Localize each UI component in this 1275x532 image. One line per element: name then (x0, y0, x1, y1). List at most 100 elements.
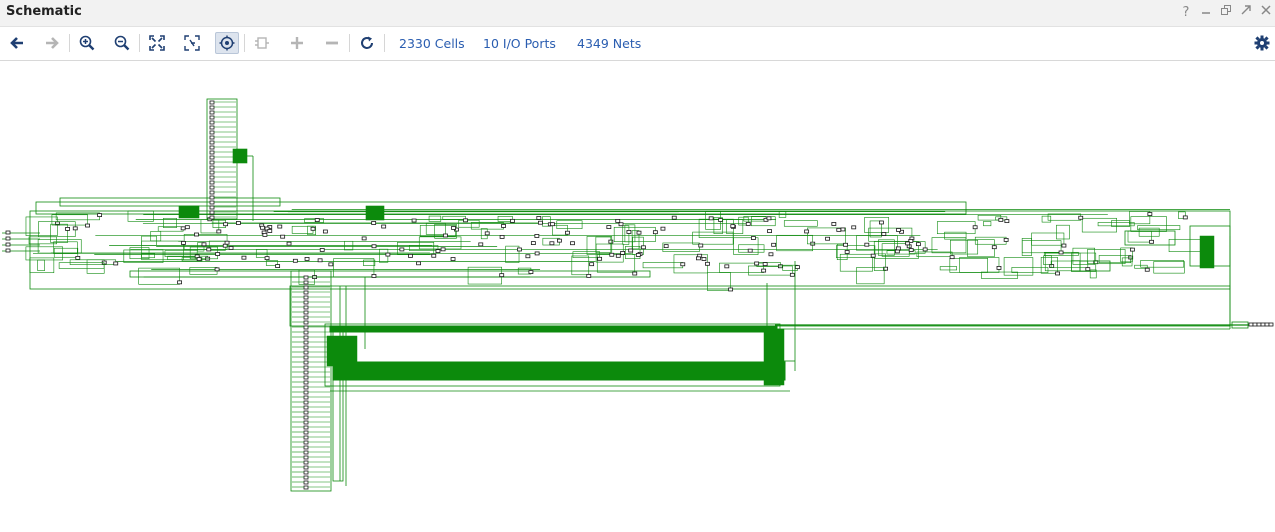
schematic-cell (385, 252, 391, 257)
help-icon[interactable]: ? (1176, 3, 1196, 23)
schematic-cell (1147, 212, 1153, 216)
regenerate-button[interactable] (355, 32, 379, 54)
schematic-cell (1058, 250, 1064, 255)
net-box (178, 205, 200, 219)
auto-fit-toggle[interactable] (215, 32, 239, 54)
schematic-cell (804, 229, 810, 234)
schematic-cell (194, 232, 199, 237)
net-box (1138, 227, 1160, 237)
schematic-cell (896, 228, 901, 232)
net-box (58, 262, 105, 269)
zoom-out-button[interactable] (110, 32, 134, 54)
separator (69, 34, 70, 52)
schematic-cell (303, 450, 309, 455)
bus-bundle (329, 325, 778, 333)
net-box (698, 218, 734, 238)
settings-button[interactable] (1250, 32, 1274, 54)
schematic-cell (416, 261, 421, 266)
cells-count-link[interactable]: 2330 Cells (399, 36, 465, 51)
separator (384, 34, 385, 52)
schematic-cell (615, 219, 621, 223)
schematic-cell (303, 305, 309, 310)
schematic-cell (761, 268, 767, 273)
schematic-cell (209, 210, 215, 215)
schematic-cell (528, 270, 534, 274)
schematic-diagram[interactable] (0, 61, 1275, 528)
schematic-cell (209, 105, 215, 110)
schematic-cell (718, 218, 724, 222)
schematic-cell (209, 175, 215, 180)
schematic-cell (762, 262, 768, 266)
schematic-cell (303, 415, 309, 420)
schematic-cell (525, 254, 531, 259)
net-box (138, 267, 180, 285)
arrow-right-icon (46, 37, 59, 49)
schematic-cell (303, 390, 309, 395)
collapse-button[interactable] (320, 32, 344, 54)
schematic-cell (209, 160, 215, 165)
schematic-cell (303, 350, 309, 355)
net-box (304, 218, 324, 223)
schematic-cell (177, 280, 182, 285)
schematic-cell (303, 335, 309, 340)
schematic-cell (303, 445, 309, 450)
schematic-cell (870, 253, 876, 258)
net-box (974, 236, 1007, 245)
separator (244, 34, 245, 52)
schematic-cell (303, 480, 309, 485)
restore-icon[interactable] (1216, 3, 1236, 23)
net-box (69, 259, 117, 265)
net-box (86, 259, 105, 274)
schematic-cell (381, 224, 387, 229)
schematic-canvas[interactable] (0, 61, 1275, 528)
minimize-icon[interactable] (1196, 3, 1216, 23)
schematic-cell (795, 265, 800, 270)
schematic-cell (371, 244, 377, 249)
schematic-cell (206, 247, 212, 252)
schematic-cell (768, 252, 774, 257)
fit-selection-icon (184, 35, 200, 51)
schematic-cell (303, 430, 309, 435)
schematic-cell (660, 226, 666, 231)
schematic-cell (215, 252, 221, 256)
schematic-cell (698, 243, 704, 248)
ports-count-link[interactable]: 10 I/O Ports (483, 36, 556, 51)
net-box (1137, 225, 1181, 231)
net-box (878, 239, 895, 256)
schematic-cell (1149, 239, 1154, 244)
schematic-cell (1085, 267, 1091, 272)
schematic-cell (209, 135, 215, 140)
schematic-toolbar: 2330 Cells 10 I/O Ports 4349 Nets (0, 27, 1275, 61)
net-box (1072, 247, 1096, 265)
cell-button[interactable] (250, 32, 274, 54)
back-button[interactable] (5, 32, 29, 54)
net-box (856, 267, 885, 285)
zoom-selection-button[interactable] (180, 32, 204, 54)
window-controls: ? (1176, 3, 1275, 23)
schematic-cell (767, 229, 772, 234)
net-box (931, 237, 967, 254)
net-box (365, 205, 385, 221)
schematic-cell (303, 315, 309, 320)
expand-button[interactable] (285, 32, 309, 54)
zoom-fit-button[interactable] (145, 32, 169, 54)
schematic-cell (303, 285, 309, 290)
schematic-cell (260, 225, 265, 230)
schematic-cell (303, 420, 309, 425)
net-box (37, 259, 45, 271)
schematic-cell (209, 215, 215, 220)
schematic-cell (209, 205, 215, 210)
forward-button[interactable] (40, 32, 64, 54)
schematic-cell (75, 256, 81, 260)
schematic-cell (209, 125, 215, 130)
schematic-cell (65, 227, 70, 231)
schematic-cell (223, 222, 229, 227)
schematic-cell (789, 272, 795, 277)
zoom-in-button[interactable] (75, 32, 99, 54)
maximize-icon[interactable] (1236, 3, 1256, 23)
nets-count-link[interactable]: 4349 Nets (577, 36, 641, 51)
bus-bundle (332, 361, 786, 381)
schematic-cell (5, 242, 11, 247)
schematic-cell (730, 224, 736, 229)
close-icon[interactable] (1256, 3, 1275, 23)
